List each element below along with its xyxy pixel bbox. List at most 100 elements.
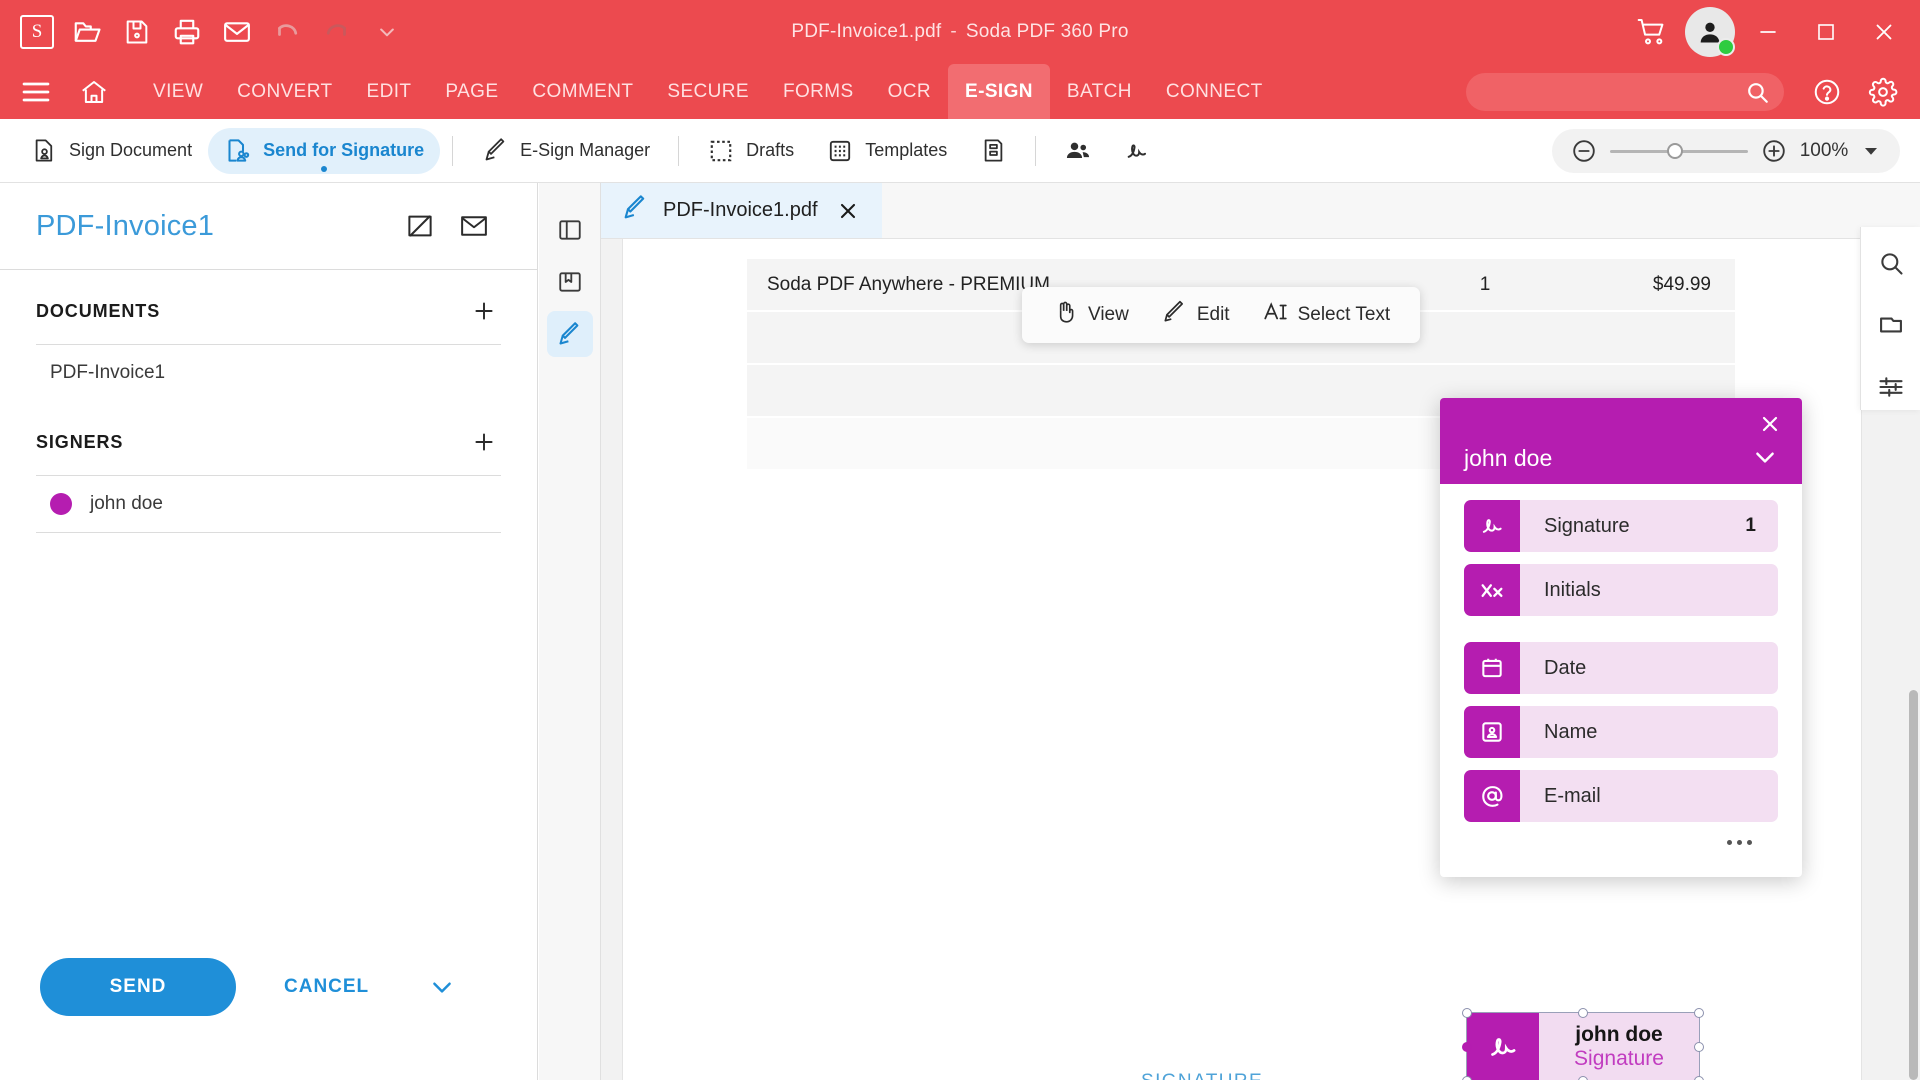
search-icon[interactable]	[1869, 241, 1913, 285]
resize-handle-sw[interactable]	[1462, 1076, 1472, 1080]
cancel-button[interactable]: CANCEL	[284, 976, 369, 998]
field-name[interactable]: Name	[1464, 706, 1778, 758]
maximize-button[interactable]	[1798, 0, 1854, 64]
redo-icon[interactable]	[314, 10, 360, 54]
zoom-level-value: 100%	[1794, 140, 1854, 162]
undo-icon[interactable]	[264, 10, 310, 54]
page-view-icon[interactable]	[1869, 303, 1913, 347]
app-window: S	[0, 0, 1920, 1080]
app-name: Soda PDF 360 Pro	[966, 21, 1129, 43]
popup-more-button[interactable]: ...	[1464, 834, 1778, 867]
help-icon[interactable]	[1800, 66, 1854, 118]
menu-item-batch[interactable]: BATCH	[1050, 64, 1149, 119]
resize-handle-w[interactable]	[1462, 1042, 1472, 1052]
resize-handle-nw[interactable]	[1462, 1008, 1472, 1018]
esign-manager-icon	[481, 137, 509, 165]
signer-fields-popup: john doe Signature 1	[1440, 398, 1802, 877]
send-button[interactable]: SEND	[40, 958, 236, 1016]
field-email-label: E-mail	[1544, 785, 1601, 808]
settings-sliders-icon[interactable]	[1869, 365, 1913, 409]
resize-handle-n[interactable]	[1578, 1008, 1588, 1018]
vertical-scrollbar[interactable]	[1909, 690, 1918, 1080]
view-mode-button[interactable]: View	[1038, 293, 1143, 337]
open-folder-icon[interactable]	[64, 10, 110, 54]
avatar[interactable]	[1682, 4, 1738, 60]
document-item-label: PDF-Invoice1	[50, 362, 165, 384]
menu-item-connect[interactable]: CONNECT	[1149, 64, 1280, 119]
edit-mode-button[interactable]: Edit	[1147, 293, 1244, 337]
resize-handle-s[interactable]	[1578, 1076, 1588, 1080]
field-initials[interactable]: Initials	[1464, 564, 1778, 616]
menu-item-forms[interactable]: FORMS	[766, 64, 871, 119]
esign-manager-button[interactable]: E-Sign Manager	[465, 128, 666, 174]
search-input[interactable]	[1466, 73, 1784, 111]
cart-icon[interactable]	[1624, 6, 1680, 58]
document-list-item[interactable]: PDF-Invoice1	[36, 345, 501, 401]
chevron-down-icon[interactable]	[364, 10, 410, 54]
contacts-button[interactable]	[1048, 128, 1108, 174]
print-icon[interactable]	[164, 10, 210, 54]
panel-layout-icon[interactable]	[547, 207, 593, 253]
popup-signer-dropdown-icon[interactable]	[1752, 444, 1778, 472]
close-button[interactable]	[1856, 0, 1912, 64]
send-for-signature-label: Send for Signature	[263, 140, 424, 161]
edit-message-icon[interactable]	[393, 199, 447, 253]
field-email[interactable]: E-mail	[1464, 770, 1778, 822]
menu-item-comment[interactable]: COMMENT	[515, 64, 650, 119]
document-tab[interactable]: PDF-Invoice1.pdf	[601, 183, 882, 238]
zoom-out-button[interactable]	[1564, 131, 1604, 171]
sign-document-button[interactable]: Sign Document	[14, 128, 208, 174]
menu-item-page[interactable]: PAGE	[428, 64, 515, 119]
select-text-button[interactable]: Select Text	[1248, 293, 1405, 337]
gear-icon[interactable]	[1856, 66, 1910, 118]
close-icon[interactable]	[832, 199, 860, 223]
signature-field-label: SIGNATURE	[1141, 1071, 1263, 1080]
save-template-button[interactable]	[963, 128, 1023, 174]
zoom-in-button[interactable]	[1754, 131, 1794, 171]
save-icon[interactable]	[114, 10, 160, 54]
minimize-button[interactable]	[1740, 0, 1796, 64]
zoom-dropdown-caret-icon[interactable]	[1854, 131, 1888, 171]
field-date[interactable]: Date	[1464, 642, 1778, 694]
field-signature[interactable]: Signature 1	[1464, 500, 1778, 552]
field-date-label: Date	[1544, 657, 1586, 680]
left-tool-strip	[539, 183, 601, 1080]
field-group-gap	[1464, 628, 1778, 642]
signer-item-label: john doe	[90, 493, 163, 515]
soda-logo-icon[interactable]: S	[14, 10, 60, 54]
popup-close-icon[interactable]	[1754, 408, 1786, 440]
bookmark-icon[interactable]	[547, 259, 593, 305]
zoom-slider-thumb[interactable]	[1667, 143, 1683, 159]
panel-body: DOCUMENTS PDF-Invoice1 SIGNERS john doe	[0, 270, 537, 533]
envelope-icon[interactable]	[447, 199, 501, 253]
document-tab-bar: PDF-Invoice1.pdf	[601, 183, 1920, 239]
panel-expand-caret-icon[interactable]	[429, 974, 455, 1000]
zoom-slider[interactable]	[1610, 141, 1748, 161]
signature-tool-button[interactable]	[1108, 128, 1168, 174]
menu-item-secure[interactable]: SECURE	[650, 64, 766, 119]
documents-label: DOCUMENTS	[36, 301, 160, 322]
resize-handle-se[interactable]	[1694, 1076, 1704, 1080]
esign-pen-icon[interactable]	[547, 311, 593, 357]
popup-signer-name: john doe	[1464, 445, 1752, 472]
add-signer-button[interactable]	[467, 425, 501, 459]
signature-field-name: john doe	[1575, 1023, 1663, 1047]
invoice-quantity: 1	[1425, 274, 1545, 296]
templates-button[interactable]: Templates	[810, 128, 963, 174]
email-icon[interactable]	[214, 10, 260, 54]
resize-handle-ne[interactable]	[1694, 1008, 1704, 1018]
send-for-signature-button[interactable]: Send for Signature	[208, 128, 440, 174]
menu-item-ocr[interactable]: OCR	[871, 64, 948, 119]
ribbon-divider	[452, 136, 453, 166]
add-document-button[interactable]	[467, 294, 501, 328]
signature-field[interactable]: john doe Signature	[1467, 1013, 1699, 1080]
menu-item-edit[interactable]: EDIT	[350, 64, 429, 119]
drafts-button[interactable]: Drafts	[691, 128, 810, 174]
home-icon[interactable]	[64, 64, 124, 119]
menu-item-esign[interactable]: E-SIGN	[948, 64, 1050, 119]
signer-list-item[interactable]: john doe	[36, 476, 501, 532]
menu-item-view[interactable]: VIEW	[136, 64, 220, 119]
menu-item-convert[interactable]: CONVERT	[220, 64, 349, 119]
resize-handle-e[interactable]	[1694, 1042, 1704, 1052]
hamburger-menu-icon[interactable]	[8, 64, 64, 119]
